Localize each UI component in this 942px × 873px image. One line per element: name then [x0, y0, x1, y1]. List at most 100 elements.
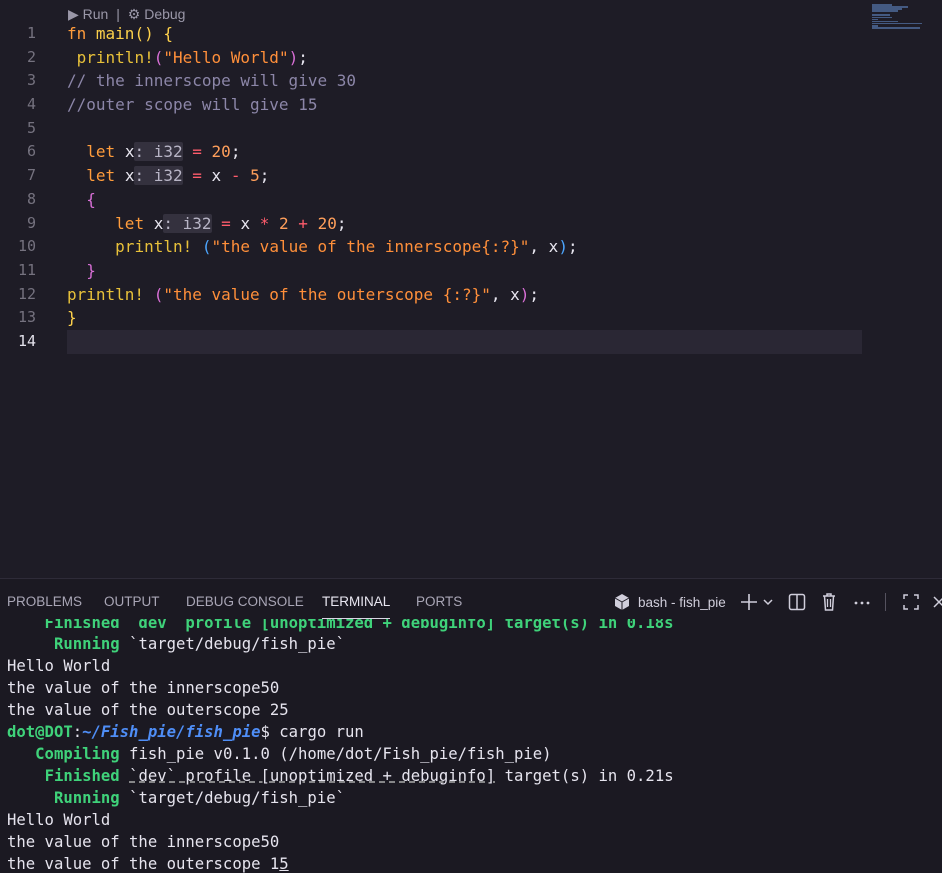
code-line[interactable]: } [67, 306, 862, 330]
variable: x [153, 213, 164, 233]
string-literal: "the value of the outerscope {:?}" [163, 284, 491, 304]
bracket: () [134, 24, 154, 43]
line-number: 3 [26, 71, 36, 90]
variable: x [240, 213, 251, 233]
cargo-status: Running [53, 635, 120, 653]
code-line[interactable] [67, 117, 862, 141]
bracket: } [67, 308, 77, 328]
code-line[interactable]: } [67, 259, 862, 283]
code-line[interactable]: println! ("the value of the outerscope {… [67, 283, 862, 307]
line-number: 4 [26, 95, 36, 114]
bracket: ( [153, 284, 164, 304]
prompt-colon: : [72, 723, 83, 741]
close-icon[interactable] [932, 591, 942, 613]
keyword: fn [67, 24, 87, 43]
panel-tabs: PROBLEMS OUTPUT DEBUG CONSOLE TERMINAL P… [0, 579, 942, 623]
argument: , x [529, 237, 559, 257]
bottom-panel: PROBLEMS OUTPUT DEBUG CONSOLE TERMINAL P… [0, 578, 942, 873]
bracket: { [163, 24, 173, 43]
minimap[interactable] [872, 4, 924, 30]
terminal-cursor: 5 [279, 855, 289, 873]
terminal-name: bash - fish_pie [638, 595, 726, 610]
variable: x [124, 142, 135, 162]
terminal-line: the value of the outerscope 15 [7, 855, 289, 873]
terminal-line: Running `target/debug/fish_pie` [7, 787, 942, 809]
terminal-line: Hello World [7, 657, 111, 675]
terminal-line: Finished `dev` profile [unoptimized + de… [7, 765, 942, 787]
number-literal: 20 [211, 142, 231, 162]
cargo-message: `target/debug/fish_pie` [119, 789, 345, 807]
keyword: let [115, 213, 145, 233]
number-literal: 2 [279, 213, 289, 233]
bracket: ) [558, 237, 568, 257]
prompt-command: $ cargo run [260, 723, 364, 741]
line-number: 11 [17, 260, 36, 279]
prompt-user: dot@DOT [7, 723, 73, 741]
punctuation: ; [259, 166, 270, 186]
line-number: 1 [26, 24, 36, 42]
codelens-debug[interactable]: ⚙ Debug [128, 6, 186, 22]
keyword: let [86, 142, 116, 162]
terminal-line: the value of the outerscope 25 [7, 701, 289, 719]
bracket: ) [519, 284, 530, 304]
type-hint: : i32 [134, 166, 183, 186]
terminal-line: Hello World [7, 811, 111, 829]
code-line[interactable]: println! ("the value of the innerscope{:… [67, 235, 862, 259]
panel-actions: bash - fish_pie [0, 579, 942, 623]
code-line[interactable]: let x: i32 = 20; [67, 140, 862, 164]
add-terminal-icon[interactable] [740, 591, 758, 613]
line-number: 6 [26, 142, 36, 161]
operator: = [221, 213, 231, 233]
code-line[interactable]: println!("Hello World"); [67, 46, 862, 70]
string-literal: "the value of the innerscope{:?}" [211, 237, 530, 257]
chevron-down-icon[interactable] [762, 591, 774, 613]
line-number: 7 [26, 166, 36, 185]
variable: x [124, 166, 135, 186]
terminal-line: Running `target/debug/fish_pie` [7, 633, 942, 655]
type-hint: : i32 [163, 213, 212, 233]
function-name: main [95, 24, 135, 43]
line-number: 5 [26, 118, 36, 137]
code-line-current[interactable] [67, 329, 862, 354]
terminal-output[interactable]: Finished `dev` profile [unoptimized + de… [7, 619, 942, 873]
number-literal: 5 [250, 166, 260, 186]
number-literal: 20 [317, 213, 337, 233]
cargo-message: target(s) in 0.21s [495, 767, 674, 785]
punctuation: ; [529, 284, 540, 304]
punctuation: ; [336, 213, 347, 233]
code-line[interactable]: // the innerscope will give 30 [67, 69, 862, 93]
codelens-run[interactable]: ▶ Run [68, 6, 108, 22]
terminal-prompt-line: dot@DOT:~/Fish_pie/fish_pie$ cargo run [7, 721, 942, 743]
operator: = [192, 142, 202, 162]
bracket: { [86, 189, 96, 209]
code-area[interactable]: fn main() { println!("Hello World"); // … [67, 22, 862, 354]
code-line[interactable]: fn main() { [67, 22, 862, 46]
code-editor[interactable]: ▶ Run | ⚙ Debug 1 2 3 4 5 6 7 8 9 10 11 … [0, 0, 942, 578]
terminal-line: the value of the innerscope50 [7, 679, 280, 697]
cargo-status: Compiling [35, 745, 120, 763]
bracket: } [86, 260, 96, 280]
code-line[interactable]: { [67, 188, 862, 212]
punctuation: ; [230, 142, 241, 162]
code-line[interactable]: let x: i32 = x * 2 + 20; [67, 212, 862, 236]
variable: x [211, 166, 222, 186]
macro: println! [115, 237, 193, 257]
line-number: 2 [26, 47, 36, 66]
line-number: 9 [26, 213, 36, 232]
more-icon[interactable] [853, 591, 871, 613]
string-literal: "Hello World" [163, 47, 289, 67]
code-line[interactable]: let x: i32 = x - 5; [67, 164, 862, 188]
comment: // the innerscope will give 30 [67, 71, 356, 91]
split-terminal-icon[interactable] [788, 591, 806, 613]
line-number-gutter: 1 2 3 4 5 6 7 8 9 10 11 12 13 14 [0, 22, 36, 354]
cargo-message: `target/debug/fish_pie` [119, 635, 345, 653]
cargo-profile: `dev` profile [unoptimized + debuginfo] [129, 767, 496, 785]
terminal-line: Finished `dev` profile [unoptimized + de… [7, 619, 674, 632]
punctuation: ; [567, 237, 578, 257]
terminal-line: the value of the innerscope50 [7, 833, 280, 851]
code-line[interactable]: //outer scope will give 15 [67, 93, 862, 117]
maximize-icon[interactable] [902, 591, 920, 613]
trash-icon[interactable] [820, 591, 838, 613]
line-number: 12 [17, 284, 36, 303]
comment: //outer scope will give 15 [67, 95, 318, 115]
